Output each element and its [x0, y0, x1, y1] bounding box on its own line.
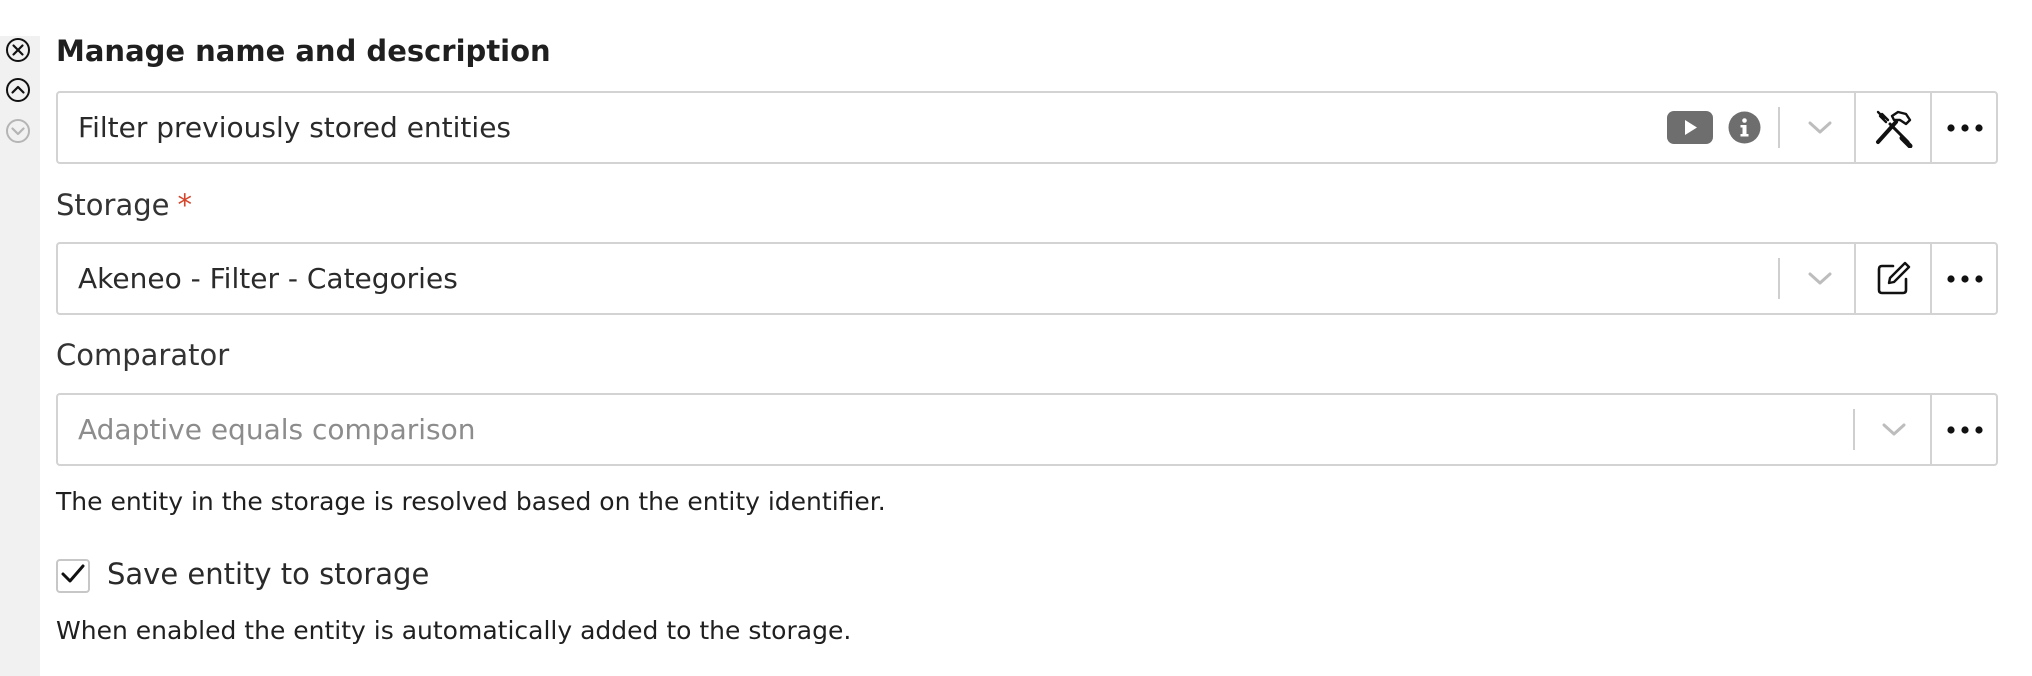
comparator-select-placeholder[interactable]: Adaptive equals comparison: [78, 395, 475, 464]
tools-icon[interactable]: [1856, 93, 1930, 162]
save-entity-help-text: When enabled the entity is automatically…: [56, 616, 852, 645]
separator: [1778, 107, 1780, 148]
close-circle-icon[interactable]: [4, 36, 32, 64]
save-entity-checkbox[interactable]: [56, 559, 90, 593]
video-play-icon[interactable]: [1667, 111, 1713, 144]
comparator-select[interactable]: Adaptive equals comparison: [56, 393, 1998, 466]
chevron-down-icon[interactable]: [1785, 244, 1855, 313]
name-field-value[interactable]: Filter previously stored entities: [78, 93, 511, 162]
section-title: Manage name and description: [56, 34, 551, 68]
separator: [1778, 258, 1780, 299]
more-icon[interactable]: [1932, 244, 1998, 313]
required-marker: *: [177, 188, 192, 222]
storage-select[interactable]: Akeneo - Filter - Categories: [56, 242, 1998, 315]
chevron-down-icon[interactable]: [1785, 93, 1855, 162]
checkmark-icon: [60, 563, 86, 589]
separator: [1853, 409, 1855, 450]
edit-icon[interactable]: [1856, 244, 1930, 313]
name-field[interactable]: Filter previously stored entities: [56, 91, 1998, 164]
storage-label: Storage *: [56, 188, 192, 222]
chevron-down-icon[interactable]: [1858, 395, 1930, 464]
storage-label-text: Storage: [56, 188, 170, 222]
comparator-help-text: The entity in the storage is resolved ba…: [56, 487, 886, 516]
chevron-up-circle-icon[interactable]: [4, 76, 32, 104]
save-entity-label[interactable]: Save entity to storage: [107, 557, 429, 591]
info-icon[interactable]: [1728, 111, 1761, 144]
more-icon[interactable]: [1932, 93, 1998, 162]
comparator-label: Comparator: [56, 338, 230, 372]
side-rail: [0, 36, 40, 676]
storage-select-value[interactable]: Akeneo - Filter - Categories: [78, 244, 458, 313]
chevron-down-circle-icon[interactable]: [4, 117, 32, 145]
more-icon[interactable]: [1932, 395, 1998, 464]
